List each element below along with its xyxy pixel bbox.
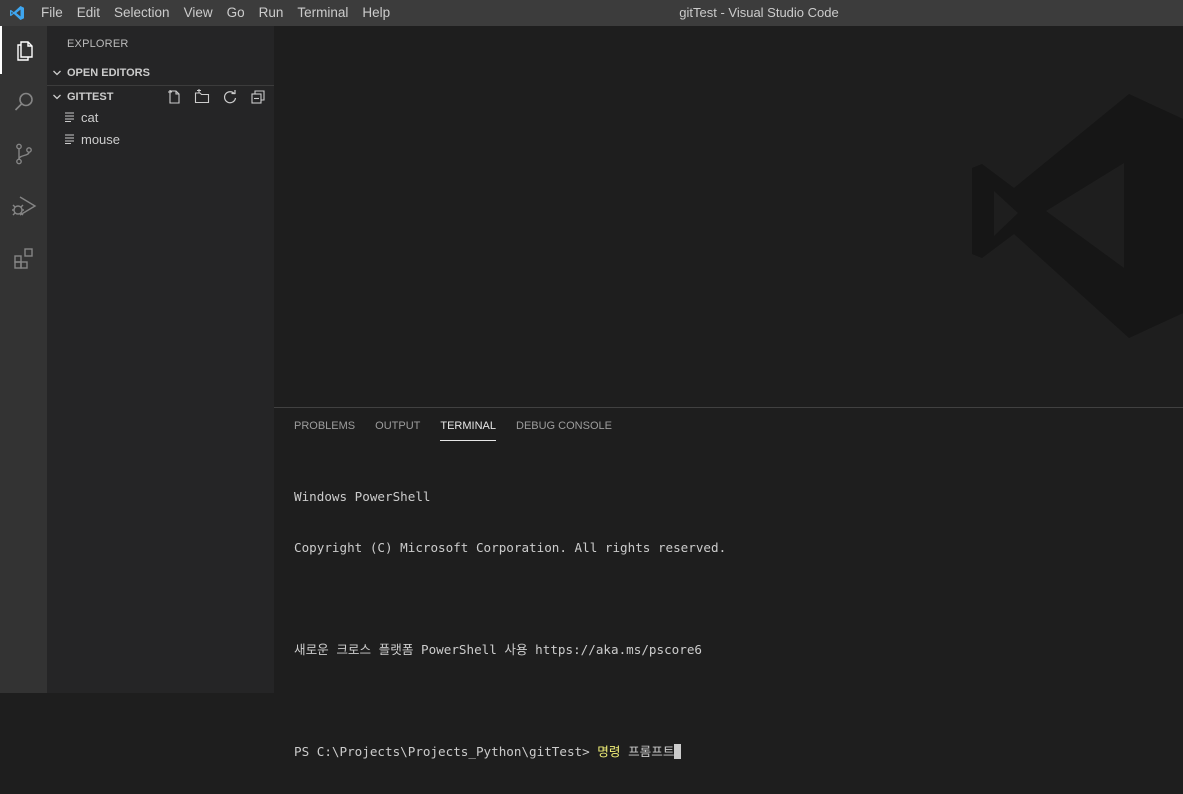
- new-file-icon[interactable]: [164, 87, 184, 107]
- explorer-sidebar: EXPLORER OPEN EDITORS GITTEST cat mouse: [47, 26, 274, 693]
- terminal-line: 새로운 크로스 플랫폼 PowerShell 사용 https://aka.ms…: [294, 642, 702, 657]
- sidebar-title: EXPLORER: [67, 38, 129, 50]
- terminal-command: 명령: [597, 744, 621, 759]
- tab-problems[interactable]: PROBLEMS: [294, 408, 355, 444]
- file-item-cat[interactable]: cat: [47, 106, 274, 128]
- menu-edit[interactable]: Edit: [70, 0, 107, 26]
- chevron-down-icon: [47, 86, 67, 108]
- folder-label: GITTEST: [67, 91, 114, 103]
- collapse-all-icon[interactable]: [248, 87, 268, 107]
- terminal-output[interactable]: Windows PowerShell Copyright (C) Microso…: [294, 454, 1173, 794]
- menu-run[interactable]: Run: [252, 0, 291, 26]
- terminal-command-rest: 프롬프트: [620, 744, 675, 759]
- menu-selection[interactable]: Selection: [107, 0, 177, 26]
- menu-bar: File Edit Selection View Go Run Terminal…: [34, 0, 397, 26]
- tab-terminal[interactable]: TERMINAL: [440, 408, 496, 444]
- terminal-prompt: PS C:\Projects\Projects_Python\gitTest>: [294, 744, 598, 759]
- gittest-folder-section[interactable]: GITTEST: [47, 85, 274, 108]
- tab-output[interactable]: OUTPUT: [375, 408, 420, 444]
- editor-area[interactable]: [274, 26, 1183, 407]
- menu-go[interactable]: Go: [220, 0, 252, 26]
- search-icon[interactable]: [0, 78, 47, 126]
- folder-actions: [164, 86, 268, 108]
- menu-file[interactable]: File: [34, 0, 70, 26]
- file-item-mouse[interactable]: mouse: [47, 128, 274, 150]
- file-name: mouse: [81, 131, 121, 147]
- menu-view[interactable]: View: [177, 0, 220, 26]
- chevron-down-icon: [47, 62, 67, 84]
- extensions-icon[interactable]: [0, 234, 47, 282]
- file-name: cat: [81, 109, 99, 125]
- terminal-cursor: [674, 744, 682, 759]
- open-editors-label: OPEN EDITORS: [67, 67, 150, 79]
- explorer-icon[interactable]: [0, 26, 47, 74]
- menu-terminal[interactable]: Terminal: [290, 0, 355, 26]
- terminal-prompt-line: PS C:\Projects\Projects_Python\gitTest> …: [294, 743, 1173, 760]
- new-folder-icon[interactable]: [192, 87, 212, 107]
- tab-debug-console[interactable]: DEBUG CONSOLE: [516, 408, 612, 444]
- source-control-icon[interactable]: [0, 130, 47, 178]
- text-file-icon: [65, 112, 79, 122]
- terminal-line: Windows PowerShell: [294, 489, 431, 504]
- vscode-watermark-icon: [972, 94, 1183, 338]
- run-debug-icon[interactable]: [0, 182, 47, 230]
- refresh-icon[interactable]: [220, 87, 240, 107]
- bottom-panel: PROBLEMS OUTPUT TERMINAL DEBUG CONSOLE W…: [274, 407, 1183, 759]
- text-file-icon: [65, 134, 79, 144]
- terminal-line: Copyright (C) Microsoft Corporation. All…: [294, 540, 727, 555]
- menu-help[interactable]: Help: [355, 0, 397, 26]
- activity-bar: [0, 26, 47, 693]
- title-bar: File Edit Selection View Go Run Terminal…: [0, 0, 1183, 26]
- vscode-logo-icon[interactable]: [0, 0, 34, 26]
- open-editors-section[interactable]: OPEN EDITORS: [47, 62, 274, 84]
- panel-tabs: PROBLEMS OUTPUT TERMINAL DEBUG CONSOLE: [294, 408, 612, 444]
